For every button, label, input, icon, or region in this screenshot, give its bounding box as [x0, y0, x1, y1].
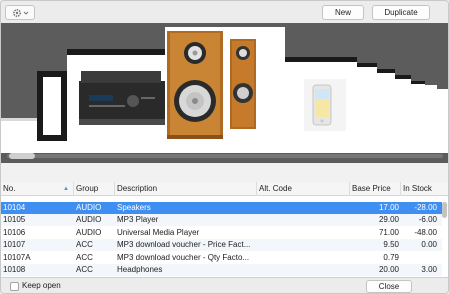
divider-area — [1, 163, 448, 182]
new-button[interactable]: New — [322, 5, 364, 20]
cell-base-price: 71.00 — [378, 227, 399, 237]
cell-in-stock: -6.00 — [418, 215, 437, 225]
placeholder-frame — [265, 49, 448, 139]
cell-description: Headphones — [117, 265, 163, 274]
cell-in-stock: 0.00 — [421, 240, 437, 250]
cell-base-price: 9.50 — [383, 240, 399, 250]
cell-in-stock: -48.00 — [414, 227, 437, 237]
cell-no: 10108 — [3, 265, 26, 274]
table-row[interactable]: 10107 ACC MP3 download voucher - Price Fac… — [1, 239, 442, 252]
chevron-down-icon — [23, 11, 28, 15]
cell-description: MP3 Player — [117, 215, 159, 225]
cell-group: AUDIO — [76, 215, 102, 225]
cell-description: MP3 download voucher - Qty Facto... — [117, 252, 250, 262]
cell-alt-code — [257, 239, 350, 251]
duplicate-button[interactable]: Duplicate — [372, 5, 430, 20]
cell-base-price: 17.00 — [378, 203, 399, 212]
speakers-image — [165, 27, 285, 143]
cell-in-stock: -28.00 — [414, 203, 437, 212]
cell-description: Speakers — [117, 203, 151, 212]
cell-alt-code — [257, 227, 350, 239]
column-header-group[interactable]: Group — [74, 182, 115, 196]
table-row[interactable]: 10108 ACC Headphones 20.00 3.00 — [1, 264, 442, 276]
cell-alt-code — [257, 214, 350, 226]
cell-no: 10107A — [3, 252, 31, 262]
cell-base-price: 0.79 — [383, 252, 399, 262]
table-row[interactable]: 10106 AUDIO Universal Media Player 71.00 -48… — [1, 227, 442, 239]
cell-group: AUDIO — [76, 203, 102, 212]
carousel-scrollbar[interactable] — [7, 154, 443, 158]
mp3-player-image — [304, 79, 346, 131]
keep-open-label: Keep open — [22, 281, 61, 290]
cell-alt-code — [257, 264, 350, 276]
cell-no: 10104 — [3, 203, 26, 212]
cell-group: ACC — [76, 240, 93, 250]
column-header-alt-code[interactable]: Alt. Code — [257, 182, 350, 196]
cell-description: Universal Media Player — [117, 227, 200, 237]
column-header-no[interactable]: No. ▲ — [1, 182, 74, 196]
carousel-scene — [1, 27, 448, 153]
cell-description: MP3 download voucher - Price Fact... — [117, 240, 251, 250]
table-row[interactable]: 10104 AUDIO Speakers 17.00 -28.00 — [1, 202, 442, 214]
cell-group: ACC — [76, 265, 93, 274]
av-receiver-image — [79, 71, 165, 125]
footer-bar: Keep open Close — [1, 277, 448, 293]
column-header-base-price[interactable]: Base Price — [350, 182, 401, 196]
cell-in-stock: 3.00 — [421, 265, 437, 274]
keep-open-checkbox[interactable] — [10, 282, 19, 291]
toolbar: New Duplicate — [1, 1, 448, 23]
cell-in-stock — [401, 252, 439, 264]
cell-group: AUDIO — [76, 227, 102, 237]
gear-menu-button[interactable] — [5, 5, 35, 20]
cell-base-price: 20.00 — [378, 265, 399, 274]
cell-group: ACC — [76, 252, 93, 262]
cell-no: 10106 — [3, 227, 26, 237]
cell-base-price: 29.00 — [378, 215, 399, 225]
cell-no: 10107 — [3, 240, 26, 250]
close-button[interactable]: Close — [366, 280, 412, 293]
cell-no: 10105 — [3, 215, 26, 225]
column-header-in-stock[interactable]: In Stock — [401, 182, 448, 196]
image-carousel[interactable] — [1, 23, 448, 163]
table-scroll-thumb[interactable] — [442, 202, 447, 218]
table-header: No. ▲ Group Description Alt. Code Base P… — [1, 182, 448, 196]
items-table: No. ▲ Group Description Alt. Code Base P… — [1, 182, 448, 277]
table-row[interactable]: 10107A ACC MP3 download voucher - Qty Fact… — [1, 252, 442, 264]
carousel-scroll-thumb[interactable] — [9, 153, 35, 159]
cell-alt-code — [257, 252, 350, 264]
item-browser-window: New Duplicate No. ▲ Group Description Al… — [0, 0, 449, 294]
cell-alt-code — [257, 202, 350, 214]
table-row[interactable]: 10105 AUDIO MP3 Player 29.00 -6.00 — [1, 214, 442, 227]
gear-icon — [12, 8, 21, 17]
sort-ascending-icon: ▲ — [63, 186, 69, 192]
column-header-description[interactable]: Description — [115, 182, 257, 196]
